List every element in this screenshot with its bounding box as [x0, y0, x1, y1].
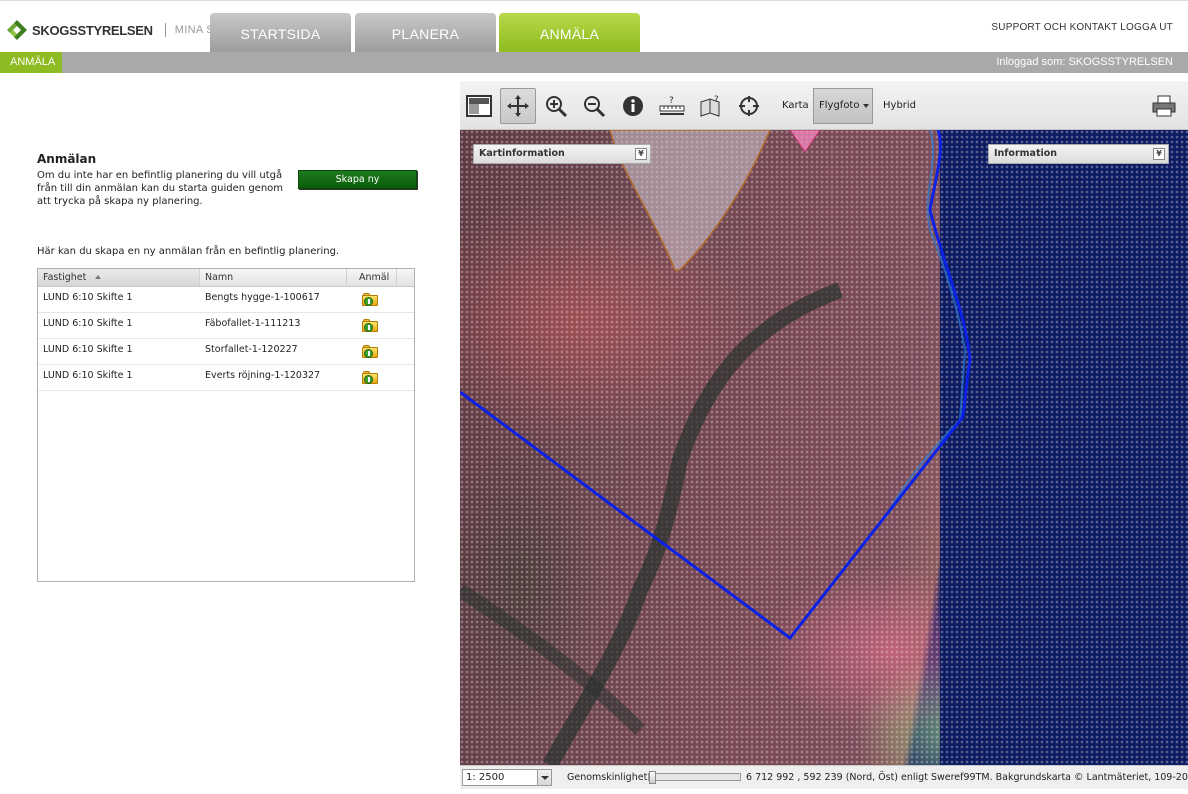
area-measure-icon[interactable]: ? — [693, 88, 729, 124]
svg-text:?: ? — [714, 95, 719, 105]
chevron-down-icon — [863, 104, 869, 108]
slider-handle[interactable] — [649, 771, 656, 784]
cell-namn: Storfallet-1-120227 — [205, 344, 298, 355]
scale-select[interactable]: 1: 2500 — [462, 769, 552, 786]
cell-namn: Bengts hygge-1-100617 — [205, 292, 320, 303]
column-fastighet[interactable]: Fastighet — [38, 269, 200, 286]
header: SKOGSSTYRELSEN MINA SIDOR STARTSIDA PLAN… — [0, 0, 1188, 53]
logo-icon — [4, 17, 30, 43]
zoom-out-icon[interactable] — [576, 88, 612, 124]
cell-fastighet: LUND 6:10 Skifte 1 — [43, 344, 133, 355]
column-namn[interactable]: Namn — [200, 269, 347, 286]
left-panel: Anmälan Om du inte har en befintlig plan… — [0, 73, 460, 794]
kartinformation-panel[interactable]: Kartinformation ¥ — [473, 144, 651, 164]
table-row[interactable]: LUND 6:10 Skifte 1 Storfallet-1-120227 — [38, 339, 414, 365]
page-title: Anmälan — [37, 152, 97, 166]
table-body: LUND 6:10 Skifte 1 Bengts hygge-1-100617… — [38, 287, 414, 391]
subnav-item-anmala[interactable]: ANMÄLA — [0, 52, 62, 73]
map-canvas[interactable]: Kartinformation ¥ Information ¥ — [460, 130, 1188, 765]
cell-fastighet: LUND 6:10 Skifte 1 — [43, 292, 133, 303]
tab-anmala[interactable]: ANMÄLA — [499, 13, 640, 53]
logo[interactable]: SKOGSSTYRELSEN MINA SIDOR — [4, 14, 243, 46]
cell-anmal — [347, 287, 397, 312]
column-fastighet-label: Fastighet — [43, 272, 87, 283]
report-folder-icon[interactable] — [362, 292, 380, 306]
cell-fastighet: LUND 6:10 Skifte 1 — [43, 370, 133, 381]
svg-text:?: ? — [669, 96, 674, 106]
table-header: Fastighet Namn Anmäl — [38, 269, 414, 287]
logged-in-user: Inloggad som: SKOGSSTYRELSEN — [996, 56, 1173, 68]
column-anmal[interactable]: Anmäl — [347, 269, 397, 286]
zoom-in-icon[interactable] — [538, 88, 574, 124]
sort-asc-icon — [95, 275, 102, 279]
tab-planera[interactable]: PLANERA — [355, 13, 496, 53]
map-status-bar: 1: 2500 Genomskinlighet: 6 712 992 , 592… — [460, 765, 1188, 789]
map-type-karta[interactable]: Karta — [782, 100, 809, 111]
table-row[interactable]: LUND 6:10 Skifte 1 Everts röjning-1-1203… — [38, 365, 414, 391]
report-folder-icon[interactable] — [362, 344, 380, 358]
locate-icon[interactable] — [731, 88, 767, 124]
cell-namn: Fäbofallet-1-111213 — [205, 318, 301, 329]
opacity-slider[interactable] — [648, 771, 741, 784]
cell-namn: Everts röjning-1-120327 — [205, 370, 321, 381]
column-spacer — [397, 269, 414, 286]
coordinates-readout: 6 712 992 , 592 239 (Nord, Öst) enligt S… — [746, 772, 1188, 783]
logo-divider — [164, 23, 166, 37]
tab-startsida[interactable]: STARTSIDA — [210, 13, 351, 53]
chevron-down-icon — [537, 770, 551, 785]
scale-value: 1: 2500 — [466, 772, 505, 783]
overview-map-icon[interactable] — [461, 88, 497, 124]
information-label: Information — [994, 148, 1058, 159]
kartinformation-label: Kartinformation — [479, 148, 565, 159]
map-container: ? ? Karta Flygfoto Hybrid Kartinformatio… — [460, 81, 1188, 794]
intro-text: Om du inte har en befintlig planering du… — [37, 170, 284, 207]
map-type-flygfoto-label: Flygfoto — [819, 100, 860, 111]
cell-fastighet: LUND 6:10 Skifte 1 — [43, 318, 133, 329]
table-row[interactable]: LUND 6:10 Skifte 1 Bengts hygge-1-100617 — [38, 287, 414, 313]
map-toolbar: ? ? Karta Flygfoto Hybrid — [460, 81, 1188, 130]
report-folder-icon[interactable] — [362, 370, 380, 384]
print-icon[interactable] — [1146, 88, 1182, 124]
table-row[interactable]: LUND 6:10 Skifte 1 Fäbofallet-1-111213 — [38, 313, 414, 339]
cell-anmal — [347, 365, 397, 390]
info-icon[interactable] — [615, 88, 651, 124]
logout-link[interactable]: LOGGA UT — [1120, 22, 1173, 33]
support-link[interactable]: SUPPORT OCH KONTAKT — [991, 22, 1117, 33]
map-type-hybrid[interactable]: Hybrid — [883, 100, 916, 111]
planning-table: Fastighet Namn Anmäl LUND 6:10 Skifte 1 … — [37, 268, 415, 582]
top-links: SUPPORT OCH KONTAKT LOGGA UT — [991, 22, 1173, 33]
measure-icon[interactable]: ? — [654, 88, 690, 124]
map-type-flygfoto[interactable]: Flygfoto — [813, 88, 873, 124]
map-overlay — [460, 130, 972, 765]
pan-icon[interactable] — [500, 88, 536, 124]
cell-anmal — [347, 313, 397, 338]
opacity-label: Genomskinlighet: — [567, 772, 651, 783]
information-panel[interactable]: Information ¥ — [988, 144, 1169, 164]
expand-icon[interactable]: ¥ — [635, 148, 647, 160]
report-folder-icon[interactable] — [362, 318, 380, 332]
sub-navigation: ANMÄLA Inloggad som: SKOGSSTYRELSEN — [0, 52, 1188, 73]
brand-name: SKOGSSTYRELSEN — [32, 22, 153, 38]
expand-icon[interactable]: ¥ — [1153, 148, 1165, 160]
create-new-button[interactable]: Skapa ny — [298, 170, 417, 189]
cell-anmal — [347, 339, 397, 364]
hint-text: Här kan du skapa en ny anmälan från en b… — [37, 246, 340, 257]
